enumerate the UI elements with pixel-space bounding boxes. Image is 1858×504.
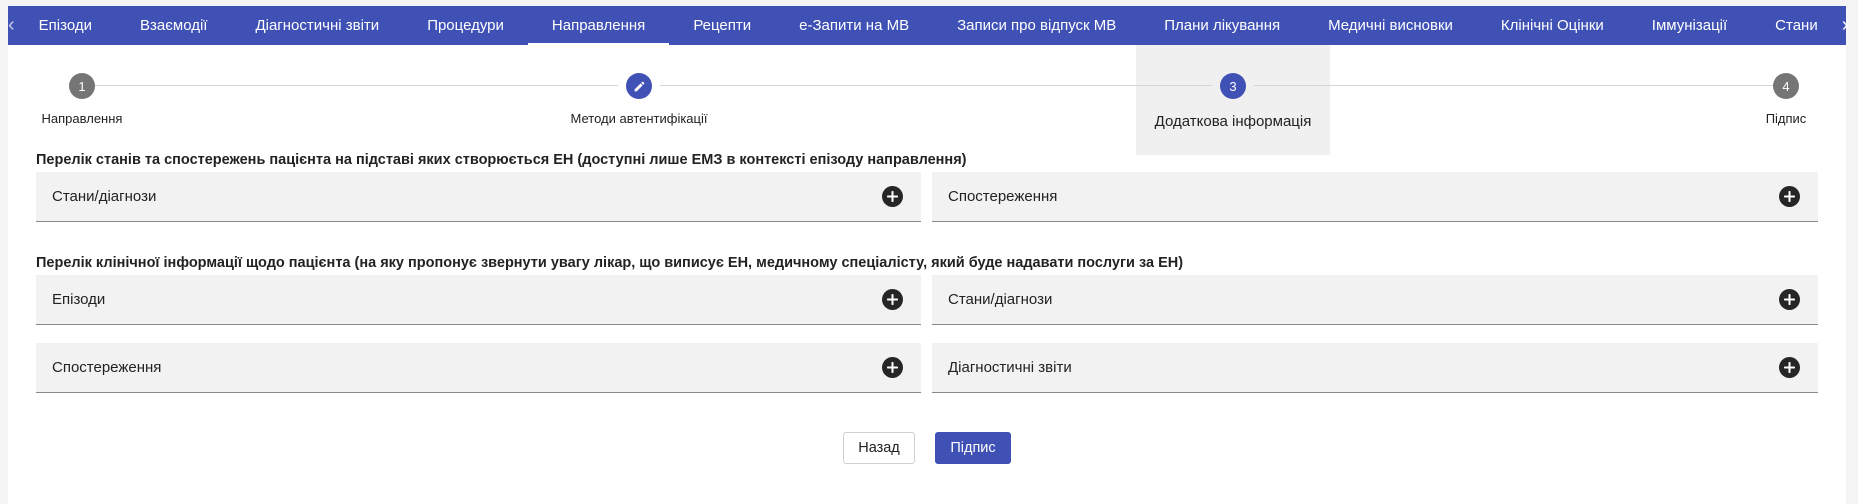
panel-episodes[interactable]: Епізоди xyxy=(36,275,921,325)
step-1[interactable]: 1 Направлення xyxy=(32,45,132,126)
add-icon[interactable] xyxy=(882,357,903,378)
step-number-badge: 1 xyxy=(69,73,95,99)
tabs-next-arrow[interactable]: › xyxy=(1842,6,1849,45)
tab-encounters[interactable]: Взаємодії xyxy=(116,6,231,45)
tab-referrals[interactable]: Направлення xyxy=(527,6,670,45)
tab-medication-requests[interactable]: е-Запити на МВ xyxy=(775,6,933,45)
stepper: 1 Направлення Методи автентифікації 3 До… xyxy=(8,45,1846,155)
add-icon[interactable] xyxy=(882,289,903,310)
tab-diagnostic-reports[interactable]: Діагностичні звіти xyxy=(231,6,403,45)
pencil-icon xyxy=(626,73,652,99)
tab-care-plans[interactable]: Плани лікування xyxy=(1140,6,1304,45)
tabs-prev-arrow[interactable]: ‹ xyxy=(8,6,15,45)
tab-procedures[interactable]: Процедури xyxy=(403,6,528,45)
step-connector xyxy=(1254,85,1786,86)
step-4[interactable]: 4 Підпис xyxy=(1750,45,1822,126)
step-2[interactable]: Методи автентифікації xyxy=(539,45,739,126)
panel-conditions-2[interactable]: Стани/діагнози xyxy=(932,275,1818,325)
tabs-list: Епізоди Взаємодії Діагностичні звіти Про… xyxy=(15,6,1842,45)
step-label: Методи автентифікації xyxy=(570,111,708,126)
panel-observations-2[interactable]: Спостереження xyxy=(36,343,921,393)
step-label: Направлення xyxy=(41,111,123,126)
step-label: Додаткова інформація xyxy=(1154,113,1312,130)
tab-immunizations[interactable]: Іммунізації xyxy=(1628,6,1751,45)
tab-bar: ‹ Епізоди Взаємодії Діагностичні звіти П… xyxy=(8,6,1849,45)
tab-clinical-assessments[interactable]: Клінічні Оцінки xyxy=(1477,6,1628,45)
sign-button[interactable]: Підпис xyxy=(935,432,1011,464)
step-label: Підпис xyxy=(1765,111,1807,126)
tab-conditions[interactable]: Стани xyxy=(1751,6,1842,45)
panel-label: Діагностичні звіти xyxy=(948,359,1072,376)
panel-observations[interactable]: Спостереження xyxy=(932,172,1818,222)
referral-form: ‹ Епізоди Взаємодії Діагностичні звіти П… xyxy=(8,6,1849,504)
panel-label: Спостереження xyxy=(948,188,1058,205)
panel-label: Епізоди xyxy=(52,291,106,308)
panel-label: Стани/діагнози xyxy=(948,291,1053,308)
add-icon[interactable] xyxy=(1779,289,1800,310)
step-connector xyxy=(660,85,1212,86)
step-number-badge: 3 xyxy=(1220,73,1246,99)
add-icon[interactable] xyxy=(1779,357,1800,378)
panel-label: Спостереження xyxy=(52,359,162,376)
step-number-badge: 4 xyxy=(1773,73,1799,99)
panel-conditions[interactable]: Стани/діагнози xyxy=(36,172,921,222)
section-title-conditions-observations: Перелік станів та спостережень пацієнта … xyxy=(36,152,967,168)
add-icon[interactable] xyxy=(882,186,903,207)
tab-medication-dispenses[interactable]: Записи про відпуск МВ xyxy=(933,6,1140,45)
step-3[interactable]: 3 Додаткова інформація xyxy=(1136,45,1330,130)
panel-diagnostic-reports[interactable]: Діагностичні звіти xyxy=(932,343,1818,393)
tab-medical-conclusions[interactable]: Медичні висновки xyxy=(1304,6,1477,45)
section-title-clinical-info: Перелік клінічної інформації щодо пацієн… xyxy=(36,255,1184,271)
tab-episodes[interactable]: Епізоди xyxy=(15,6,116,45)
panel-label: Стани/діагнози xyxy=(52,188,157,205)
add-icon[interactable] xyxy=(1779,186,1800,207)
tab-prescriptions[interactable]: Рецепти xyxy=(669,6,775,45)
back-button[interactable]: Назад xyxy=(843,432,915,464)
